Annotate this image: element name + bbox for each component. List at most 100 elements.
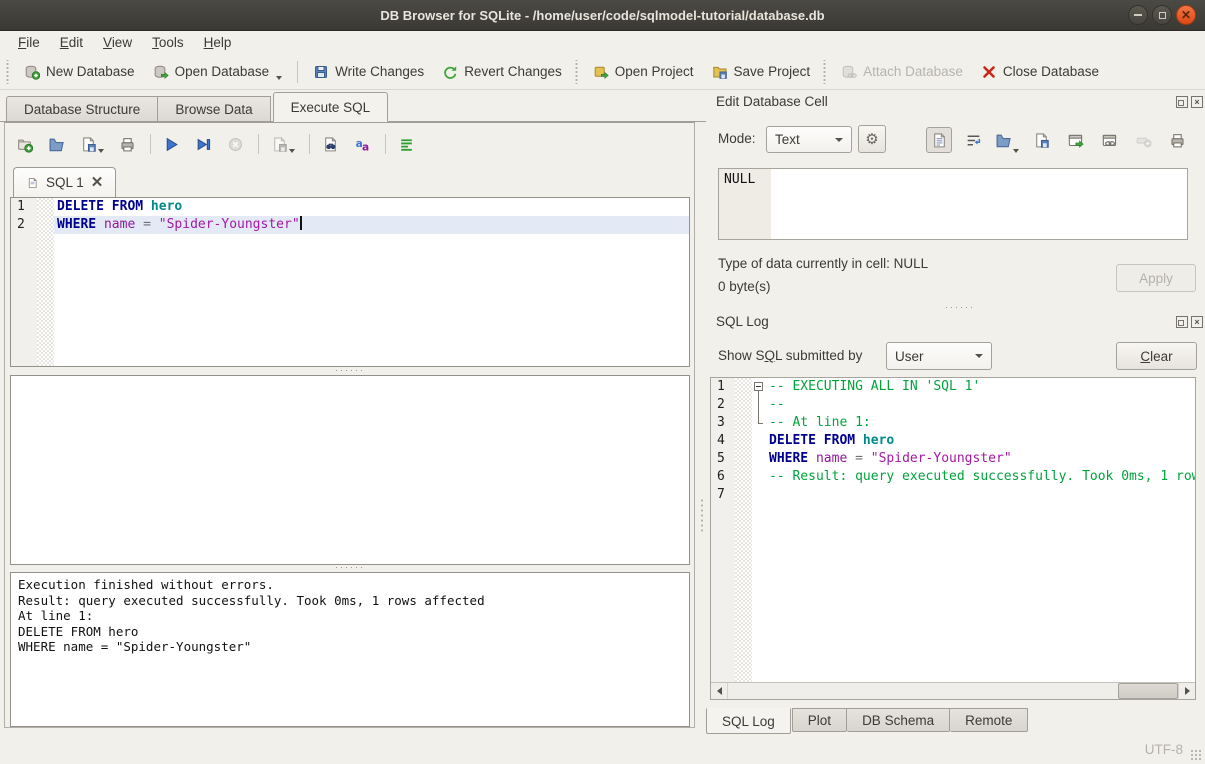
print-button[interactable]: [116, 133, 139, 156]
dropdown-caret-icon[interactable]: [289, 149, 295, 153]
open-database-button[interactable]: Open Database: [144, 59, 292, 85]
horizontal-scrollbar[interactable]: [711, 682, 1195, 699]
sql-log-view[interactable]: 1234567 -- EXECUTING ALL IN 'SQL 1'---- …: [710, 377, 1196, 700]
editor-line-numbers: 12: [11, 198, 37, 366]
open-tab-button[interactable]: [13, 133, 36, 156]
menu-file[interactable]: File: [8, 32, 50, 53]
encoding-indicator[interactable]: UTF-8: [1145, 742, 1183, 757]
save-project-button[interactable]: Save Project: [703, 59, 820, 85]
toolbar-handle[interactable]: [574, 60, 579, 84]
editor-fold-margin: [37, 198, 54, 366]
text-mode-icon: [931, 132, 948, 149]
sql-editor-tab[interactable]: SQL 1 ✕: [13, 167, 116, 197]
new-database-icon: [24, 64, 40, 80]
token-kw: DELETE FROM: [769, 433, 863, 448]
wrap-lines-button[interactable]: [395, 133, 418, 156]
toolbar-handle[interactable]: [822, 60, 827, 84]
import-file-button[interactable]: [994, 127, 1020, 153]
close-dock-icon[interactable]: ×: [1191, 316, 1203, 328]
format-icon: aa: [354, 136, 371, 153]
dropdown-caret-icon[interactable]: [276, 76, 282, 80]
button-label: Save Project: [734, 64, 811, 79]
tab-sql-log[interactable]: SQL Log: [706, 708, 791, 734]
save-results-button[interactable]: [268, 133, 298, 156]
float-dock-icon[interactable]: [1176, 96, 1188, 108]
tab-remote[interactable]: Remote: [950, 708, 1028, 732]
edit-cell-title: Edit Database Cell: [716, 94, 828, 109]
tab-execute-sql[interactable]: Execute SQL: [273, 92, 389, 122]
submitted-by-select[interactable]: User: [886, 342, 992, 370]
status-bar: UTF-8: [0, 734, 1205, 764]
close-database-button[interactable]: Close Database: [972, 59, 1108, 85]
vertical-splitter-handle[interactable]: [700, 498, 704, 532]
menu-help[interactable]: Help: [194, 32, 242, 53]
execute-line-button[interactable]: [192, 133, 215, 156]
write-changes-button[interactable]: Write Changes: [304, 59, 433, 85]
toolbar-handle[interactable]: [5, 60, 10, 84]
mode-select[interactable]: Text: [766, 126, 852, 153]
tab-db-schema[interactable]: DB Schema: [847, 708, 950, 732]
tab-browse-data[interactable]: Browse Data: [158, 96, 270, 122]
sql-editor[interactable]: 12 DELETE FROM heroWHERE name = "Spider-…: [10, 197, 690, 367]
open-in-window-button[interactable]: [1062, 127, 1088, 153]
fold-marker[interactable]: [752, 378, 766, 396]
mode-label: Mode:: [718, 131, 756, 146]
menu-tools[interactable]: Tools: [142, 32, 194, 53]
maximize-button[interactable]: [1152, 5, 1172, 25]
toolbar-separator: [309, 134, 310, 154]
resize-grip-icon[interactable]: [1190, 749, 1202, 761]
splitter-handle[interactable]: ······: [5, 368, 695, 374]
save-file-button[interactable]: [77, 133, 107, 156]
dropdown-caret-icon[interactable]: [98, 149, 104, 153]
token-str: "Spider-Youngster": [871, 451, 1012, 466]
fold-line-end: [758, 423, 763, 424]
scroll-right-button[interactable]: [1179, 683, 1195, 699]
execute-sql-panel: aa SQL 1 ✕ 12 DELETE FROM heroWHERE name…: [4, 122, 695, 728]
menu-bar: FileEditViewToolsHelp: [0, 30, 1205, 54]
menu-view[interactable]: View: [93, 32, 142, 53]
cell-editor[interactable]: NULL: [718, 168, 1188, 240]
import-file-icon: [995, 132, 1012, 149]
scrollbar-track[interactable]: [727, 683, 1179, 699]
new-database-button[interactable]: New Database: [15, 59, 144, 85]
text-mode-button[interactable]: [926, 127, 952, 153]
scroll-left-button[interactable]: [711, 683, 727, 699]
tab-plot[interactable]: Plot: [792, 708, 847, 732]
minimize-button[interactable]: [1128, 5, 1148, 25]
tab-database-structure[interactable]: Database Structure: [6, 96, 158, 122]
print-icon: [119, 136, 136, 153]
auto-apply-button[interactable]: ⚙: [858, 125, 886, 153]
dock-splitter-handle[interactable]: ······: [930, 304, 990, 310]
message-line: WHERE name = "Spider-Youngster": [18, 639, 682, 655]
execute-all-button[interactable]: [160, 133, 183, 156]
export-file-button[interactable]: [1028, 127, 1054, 153]
maximize-icon: [1159, 12, 1166, 19]
revert-changes-button[interactable]: Revert Changes: [433, 59, 571, 85]
fold-collapse-icon[interactable]: [754, 382, 763, 391]
float-dock-icon[interactable]: [1176, 316, 1188, 328]
results-grid[interactable]: [10, 375, 690, 565]
attach-database-button[interactable]: Attach Database: [832, 59, 972, 85]
menu-edit[interactable]: Edit: [50, 32, 93, 53]
edit-cell-toolbar: [926, 127, 1190, 153]
scrollbar-thumb[interactable]: [1118, 683, 1178, 699]
word-wrap-button[interactable]: [960, 127, 986, 153]
open-file-button[interactable]: [45, 133, 68, 156]
line-number: 2: [11, 216, 37, 234]
editor-text-area[interactable]: DELETE FROM heroWHERE name = "Spider-You…: [54, 198, 689, 366]
print-button[interactable]: [1164, 127, 1190, 153]
set-null-button[interactable]: [1130, 127, 1156, 153]
format-button[interactable]: aa: [351, 133, 374, 156]
log-fold-markers[interactable]: [752, 378, 766, 682]
apply-button[interactable]: Apply: [1116, 264, 1196, 292]
link-window-button[interactable]: [1096, 127, 1122, 153]
open-project-button[interactable]: Open Project: [584, 59, 703, 85]
splitter-handle[interactable]: ······: [5, 565, 695, 571]
find-replace-button[interactable]: [319, 133, 342, 156]
close-button[interactable]: ✕: [1176, 5, 1196, 25]
close-dock-icon[interactable]: ×: [1191, 96, 1203, 108]
clear-button[interactable]: Clear: [1116, 342, 1197, 370]
stop-button[interactable]: [224, 133, 247, 156]
close-tab-icon[interactable]: ✕: [91, 175, 104, 190]
dropdown-caret-icon[interactable]: [1013, 149, 1019, 153]
